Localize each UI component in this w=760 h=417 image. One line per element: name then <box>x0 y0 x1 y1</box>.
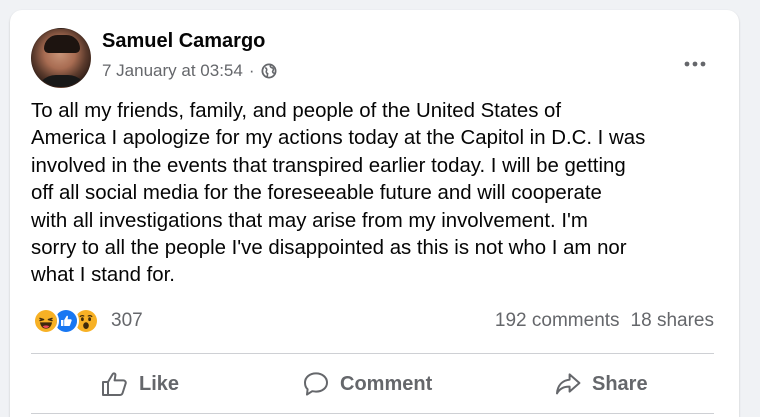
ellipsis-icon <box>684 61 706 67</box>
like-button[interactable]: Like <box>101 368 179 400</box>
haha-icon <box>33 308 59 334</box>
share-label: Share <box>592 372 648 395</box>
post-meta: 7 January at 03:54 · <box>102 61 277 81</box>
avatar-shirt <box>36 75 88 87</box>
comment-label: Comment <box>340 372 433 395</box>
more-options-button[interactable] <box>677 46 713 82</box>
divider <box>31 413 714 414</box>
globe-icon[interactable] <box>261 63 277 79</box>
reaction-count[interactable]: 307 <box>111 310 143 332</box>
post-timestamp[interactable]: 7 January at 03:54 <box>102 61 243 81</box>
reactions-summary[interactable]: 307 <box>33 308 143 334</box>
meta-separator: · <box>248 61 255 80</box>
engagement-counts: 192 comments 18 shares <box>495 310 714 332</box>
post-card: Samuel Camargo 7 January at 03:54 · To a… <box>10 10 739 417</box>
avatar-hair <box>44 35 80 53</box>
share-button[interactable]: Share <box>554 368 648 400</box>
reaction-icons <box>33 308 99 334</box>
post-text: To all my friends, family, and people of… <box>31 100 646 287</box>
comments-count[interactable]: 192 comments <box>495 310 620 332</box>
thumbs-up-icon <box>102 372 127 396</box>
author-name[interactable]: Samuel Camargo <box>102 30 265 53</box>
comment-button[interactable]: Comment <box>302 368 432 400</box>
share-icon <box>556 373 581 395</box>
comment-icon <box>304 372 328 396</box>
like-label: Like <box>139 372 180 395</box>
avatar[interactable] <box>31 28 91 88</box>
shares-count[interactable]: 18 shares <box>631 310 714 332</box>
divider <box>31 353 714 354</box>
